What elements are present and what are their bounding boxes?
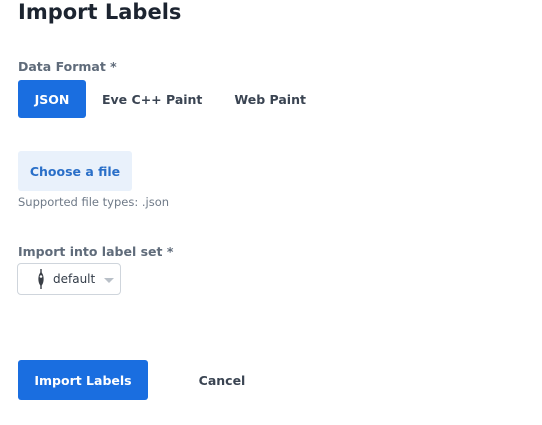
data-format-label: Data Format * bbox=[18, 59, 117, 74]
label-set-select[interactable]: default bbox=[17, 263, 121, 295]
choose-file-button[interactable]: Choose a file bbox=[18, 151, 132, 191]
import-labels-button[interactable]: Import Labels bbox=[18, 360, 148, 400]
format-option-json[interactable]: JSON bbox=[18, 80, 86, 118]
supported-file-types-hint: Supported file types: .json bbox=[18, 195, 170, 209]
label-pin-icon bbox=[36, 268, 46, 290]
dialog-title: Import Labels bbox=[18, 0, 182, 24]
data-format-selector: JSON Eve C++ Paint Web Paint bbox=[18, 80, 322, 118]
label-set-label: Import into label set * bbox=[18, 244, 174, 259]
chevron-down-icon bbox=[104, 277, 115, 283]
cancel-button[interactable]: Cancel bbox=[190, 360, 254, 400]
format-option-web-paint[interactable]: Web Paint bbox=[218, 80, 322, 118]
format-option-eve-cpp-paint[interactable]: Eve C++ Paint bbox=[86, 80, 218, 118]
label-set-value: default bbox=[53, 272, 96, 286]
